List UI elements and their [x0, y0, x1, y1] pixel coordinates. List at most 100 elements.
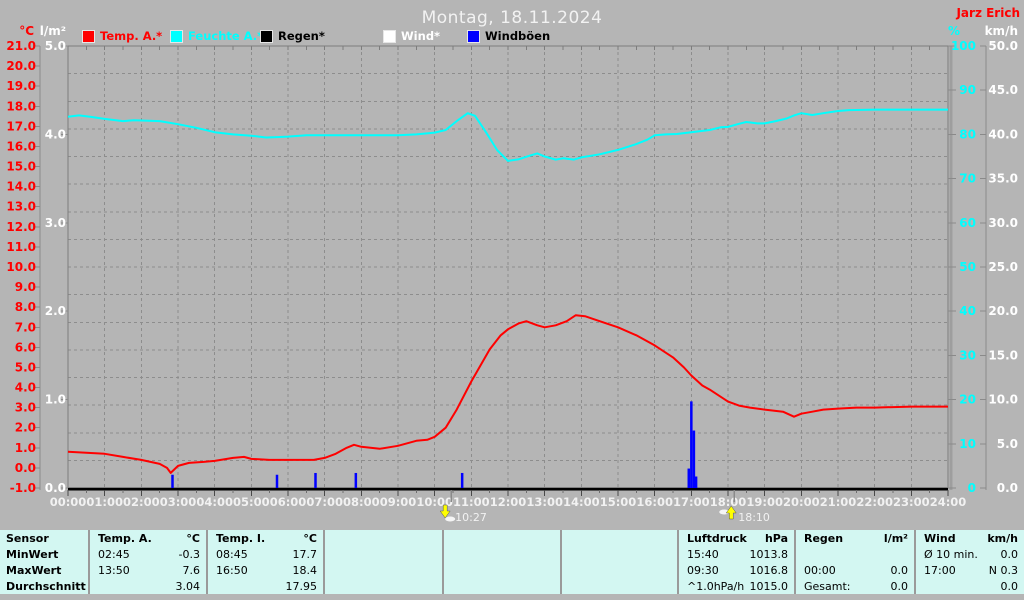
table-column: Wind km/h Ø 10 min. 0.0 17:00 N 0.3 0.0 [914, 530, 1024, 594]
svg-text:21:00: 21:00 [820, 495, 857, 509]
table-cell: 16:50 18.4 [216, 563, 317, 577]
svg-text:15:00: 15:00 [600, 495, 637, 509]
svg-text:15.0: 15.0 [988, 348, 1018, 362]
svg-text:4.0: 4.0 [45, 127, 66, 141]
svg-text:20:00: 20:00 [783, 495, 820, 509]
svg-text:50: 50 [959, 260, 976, 274]
svg-text:-1.0: -1.0 [10, 481, 36, 495]
cloud-icon [445, 516, 456, 522]
table-cell: Durchschnitt [6, 579, 86, 593]
svg-text:20.0: 20.0 [988, 304, 1018, 318]
svg-text:20.0: 20.0 [6, 59, 36, 73]
table-cell [325, 530, 442, 546]
svg-text:8.0: 8.0 [15, 300, 36, 314]
weather-station-app: Montag, 18.11.2024 Jarz Erich Temp. A.* … [0, 0, 1024, 600]
svg-text:13.0: 13.0 [6, 200, 36, 214]
gust-bar [314, 472, 317, 488]
svg-text:06:00: 06:00 [270, 495, 307, 509]
svg-text:4.0: 4.0 [15, 381, 36, 395]
table-cell [444, 562, 560, 578]
table-cell [325, 578, 442, 594]
svg-text:2.0: 2.0 [15, 421, 36, 435]
gust-bar [692, 430, 696, 488]
svg-text:12.0: 12.0 [6, 220, 36, 234]
table-cell: 09:30 1016.8 [687, 563, 788, 577]
gust-bar [694, 476, 698, 488]
svg-text:0.0: 0.0 [45, 481, 66, 495]
svg-text:3.0: 3.0 [15, 401, 36, 415]
svg-text:5.0: 5.0 [15, 360, 36, 374]
grid-lines [68, 46, 948, 488]
table-column: Luftdruck hPa 15:40 1013.8 09:30 1016.8 ^1.0hP… [677, 530, 794, 594]
table-cell: 15:40 1013.8 [687, 547, 788, 561]
svg-text:30: 30 [959, 348, 976, 362]
svg-text:50.0: 50.0 [988, 39, 1018, 53]
table-cell: MaxWert [6, 563, 62, 577]
svg-text:18.0: 18.0 [6, 99, 36, 113]
svg-text:90: 90 [959, 83, 976, 97]
table-column [323, 530, 442, 594]
gust-bar [687, 468, 691, 488]
svg-text:17.0: 17.0 [6, 119, 36, 133]
svg-text:24:00: 24:00 [930, 495, 967, 509]
table-column: Temp. I. °C 08:45 17.7 16:50 18.4 17.95 [206, 530, 323, 594]
table-cell [444, 578, 560, 594]
svg-text:35.0: 35.0 [988, 172, 1018, 186]
table-cell: 02:45 -0.3 [98, 547, 200, 561]
table-column [442, 530, 560, 594]
table-cell: Sensor [6, 531, 49, 545]
svg-text:00:00: 00:00 [50, 495, 87, 509]
svg-text:1.0: 1.0 [15, 441, 36, 455]
table-cell: 13:50 7.6 [98, 563, 200, 577]
svg-text:08:00: 08:00 [343, 495, 380, 509]
table-cell: Temp. A. °C [98, 531, 200, 545]
x-axis-labels: 00:00 01:00 02:00 03:00 04:00 05:00 06:00 07:00… [50, 495, 967, 509]
svg-text:1.0: 1.0 [45, 393, 66, 407]
svg-text:10:00: 10:00 [416, 495, 453, 509]
gust-bar [354, 472, 358, 488]
svg-text:40.0: 40.0 [988, 127, 1018, 141]
svg-text:9.0: 9.0 [15, 280, 36, 294]
sensor-summary-table: Sensor MinWert MaxWert Durchschnitt Temp. A.… [0, 530, 1024, 594]
svg-text:05:00: 05:00 [233, 495, 270, 509]
svg-text:0.0: 0.0 [997, 481, 1018, 495]
svg-text:5.0: 5.0 [997, 437, 1018, 451]
svg-text:03:00: 03:00 [160, 495, 197, 509]
svg-text:7.0: 7.0 [15, 320, 36, 334]
svg-text:16.0: 16.0 [6, 139, 36, 153]
svg-text:13:00: 13:00 [526, 495, 563, 509]
table-cell [325, 546, 442, 562]
table-cell: 00:00 0.0 [804, 563, 908, 577]
svg-text:04:00: 04:00 [196, 495, 233, 509]
svg-text:45.0: 45.0 [988, 83, 1018, 97]
svg-text:12:00: 12:00 [490, 495, 527, 509]
svg-text:17:00: 17:00 [673, 495, 710, 509]
svg-text:11:00: 11:00 [453, 495, 490, 509]
table-cell [444, 530, 560, 546]
svg-text:11.0: 11.0 [6, 240, 36, 254]
table-cell [562, 562, 677, 578]
plot-frame [39, 45, 987, 490]
svg-text:16:00: 16:00 [636, 495, 673, 509]
svg-text:10.0: 10.0 [988, 393, 1018, 407]
svg-text:22:00: 22:00 [856, 495, 893, 509]
table-cell [562, 530, 677, 546]
table-cell [562, 578, 677, 594]
svg-text:70: 70 [959, 172, 976, 186]
svg-text:80: 80 [959, 127, 976, 141]
table-label-column: Sensor MinWert MaxWert Durchschnitt [0, 530, 88, 594]
svg-text:15.0: 15.0 [6, 160, 36, 174]
svg-text:3.0: 3.0 [45, 216, 66, 230]
svg-text:10.0: 10.0 [6, 260, 36, 274]
table-cell: 17.95 [285, 579, 318, 593]
svg-text:18:10: 18:10 [738, 511, 770, 524]
svg-text:18:00: 18:00 [710, 495, 747, 509]
svg-text:100: 100 [951, 39, 976, 53]
svg-text:02:00: 02:00 [123, 495, 160, 509]
table-cell: Wind km/h [924, 531, 1018, 545]
svg-text:10:27: 10:27 [455, 511, 487, 524]
svg-text:21.0: 21.0 [6, 39, 36, 53]
svg-text:30.0: 30.0 [988, 216, 1018, 230]
table-cell: Gesamt: 0.0 [804, 579, 908, 593]
svg-text:40: 40 [959, 304, 976, 318]
